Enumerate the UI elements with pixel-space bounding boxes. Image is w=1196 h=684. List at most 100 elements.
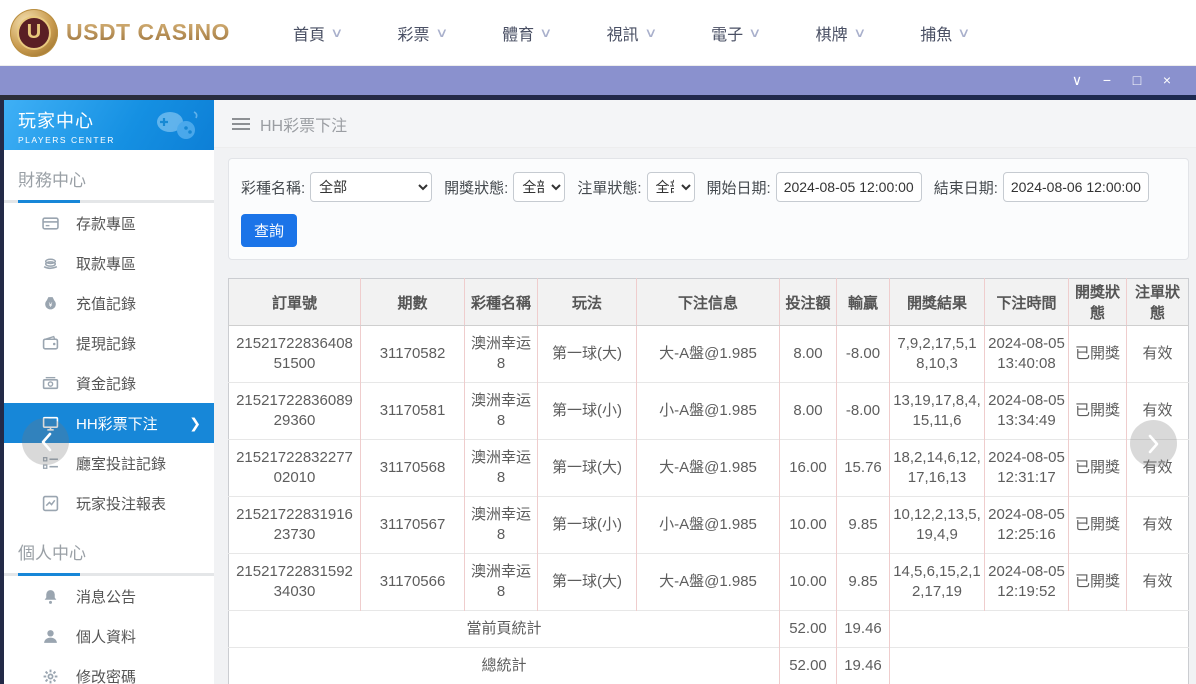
menu-toggle-icon[interactable]: [232, 115, 250, 133]
summary-bet-amount: 52.00: [780, 611, 837, 648]
maximize-window-icon[interactable]: □: [1122, 66, 1152, 95]
end-date-label: 結束日期:: [934, 177, 998, 198]
brand-logo-icon: U: [10, 9, 58, 57]
sidebar-item-label: 提現記錄: [76, 333, 136, 354]
cell-lottery_name: 澳洲幸运8: [465, 497, 538, 554]
cell-bet_info: 小-A盤@1.985: [637, 383, 780, 440]
close-window-icon[interactable]: ×: [1152, 66, 1182, 95]
sidebar-item-label: 修改密碼: [76, 666, 136, 684]
col-header-draw_result: 開獎結果: [890, 279, 985, 326]
chevron-down-icon: ∨: [644, 25, 657, 41]
sidebar-item-label: 存款專區: [76, 213, 136, 234]
section-underline: [4, 573, 214, 576]
nav-item-sports[interactable]: 體育∨: [474, 21, 579, 45]
sidebar-item-label: 個人資料: [76, 626, 136, 647]
table-row[interactable]: 215217228315923403031170566澳洲幸运8第一球(大)大-…: [229, 554, 1189, 611]
gamepad-icon: [150, 108, 204, 142]
nav-item-home[interactable]: 首頁∨: [265, 21, 370, 45]
cell-order_status: 有效: [1127, 554, 1189, 611]
brand-logo[interactable]: U USDT CASINO: [10, 9, 235, 57]
sidebar-item-withdrawal-record[interactable]: 提現記錄: [4, 323, 214, 363]
minimize-window-icon[interactable]: −: [1092, 66, 1122, 95]
cell-bet_time: 2024-08-05 12:19:52: [985, 554, 1069, 611]
col-header-period: 期數: [361, 279, 465, 326]
cell-lottery_name: 澳洲幸运8: [465, 440, 538, 497]
cell-win_loss: 15.76: [837, 440, 890, 497]
cell-bet_info: 大-A盤@1.985: [637, 326, 780, 383]
summary-label: 總統計: [229, 648, 780, 684]
cell-draw_status: 已開獎: [1069, 383, 1127, 440]
chevron-right-icon: ❯: [189, 415, 201, 432]
cell-period: 31170582: [361, 326, 465, 383]
cell-bet_info: 大-A盤@1.985: [637, 440, 780, 497]
recharge-record-icon: ¥: [42, 295, 59, 312]
gear-icon: [42, 668, 59, 684]
nav-item-electronic[interactable]: 電子∨: [683, 21, 788, 45]
draw-status-select[interactable]: 全部: [513, 172, 565, 202]
cell-win_loss: 9.85: [837, 497, 890, 554]
sidebar-header: 玩家中心 PLAYERS CENTER: [4, 100, 214, 150]
withdrawal-record-icon: [42, 335, 59, 352]
cell-bet_amount: 16.00: [780, 440, 837, 497]
cell-bet_time: 2024-08-05 13:40:08: [985, 326, 1069, 383]
sidebar-item-fund-record[interactable]: 資金記錄: [4, 363, 214, 403]
sidebar-item-player-bet-report[interactable]: 玩家投注報表: [4, 483, 214, 523]
nav-item-label: 彩票: [398, 21, 430, 45]
search-button[interactable]: 查詢: [241, 214, 297, 247]
sidebar-item-withdraw[interactable]: 取款專區: [4, 243, 214, 283]
summary-label: 當前頁統計: [229, 611, 780, 648]
section-underline: [4, 200, 214, 203]
cell-bet_time: 2024-08-05 13:34:49: [985, 383, 1069, 440]
deposit-icon: [42, 215, 59, 232]
cell-play_method: 第一球(大): [538, 554, 637, 611]
page-title: HH彩票下注: [260, 112, 347, 136]
col-header-play_method: 玩法: [538, 279, 637, 326]
withdraw-icon: [42, 255, 59, 272]
cell-draw_status: 已開獎: [1069, 497, 1127, 554]
table-row[interactable]: 215217228364085150031170582澳洲幸运8第一球(大)大-…: [229, 326, 1189, 383]
cell-order_status: 有效: [1127, 497, 1189, 554]
svg-text:¥: ¥: [49, 302, 53, 309]
nav-item-lottery[interactable]: 彩票 ∨: [370, 21, 475, 45]
table-row[interactable]: 215217228322770201031170568澳洲幸运8第一球(大)大-…: [229, 440, 1189, 497]
cell-play_method: 第一球(小): [538, 497, 637, 554]
sidebar-item-deposit[interactable]: 存款專區: [4, 203, 214, 243]
sidebar-item-change-password[interactable]: 修改密碼: [4, 656, 214, 684]
cell-draw_status: 已開獎: [1069, 326, 1127, 383]
nav-item-label: 電子: [711, 21, 743, 45]
scroll-right-button[interactable]: [1130, 420, 1177, 467]
summary-row: 總統計52.0019.46: [229, 648, 1189, 684]
sidebar-item-label: 玩家投注報表: [76, 493, 166, 514]
sidebar-item-announcements[interactable]: 消息公告: [4, 576, 214, 616]
chevron-down-icon: ∨: [330, 25, 343, 41]
cell-bet_info: 大-A盤@1.985: [637, 554, 780, 611]
sidebar-section-title: 財務中心: [4, 150, 214, 191]
sidebar-item-profile[interactable]: 個人資料: [4, 616, 214, 656]
cell-order_no: 2152172283608929360: [229, 383, 361, 440]
chevron-down-icon: ∨: [435, 25, 448, 41]
table-row[interactable]: 215217228319162373031170567澳洲幸运8第一球(小)小-…: [229, 497, 1189, 554]
summary-empty: [890, 648, 1189, 684]
nav-item-video[interactable]: 視訊∨: [579, 21, 684, 45]
cell-order_no: 2152172283227702010: [229, 440, 361, 497]
start-date-input[interactable]: [776, 172, 922, 202]
bets-table-panel: 訂單號期數彩種名稱玩法下注信息投注額輸贏開獎結果下注時間開獎狀態注單狀態2152…: [228, 278, 1189, 684]
scroll-left-button[interactable]: [22, 418, 69, 465]
filter-panel: 彩種名稱: 全部 開獎狀態: 全部 注單狀態: 全部 開始日期: 結束日期: 查…: [228, 158, 1189, 260]
summary-empty: [890, 611, 1189, 648]
end-date-input[interactable]: [1003, 172, 1149, 202]
col-header-bet_time: 下注時間: [985, 279, 1069, 326]
collapse-window-icon[interactable]: ∨: [1062, 66, 1092, 95]
col-header-win_loss: 輸贏: [837, 279, 890, 326]
cell-bet_amount: 10.00: [780, 554, 837, 611]
col-header-lottery_name: 彩種名稱: [465, 279, 538, 326]
nav-item-chess[interactable]: 棋牌∨: [788, 21, 893, 45]
draw-status-label: 開獎狀態:: [444, 177, 508, 198]
cell-bet_time: 2024-08-05 12:25:16: [985, 497, 1069, 554]
order-status-select[interactable]: 全部: [647, 172, 695, 202]
lottery-name-select[interactable]: 全部: [310, 172, 432, 202]
cell-play_method: 第一球(大): [538, 326, 637, 383]
table-row[interactable]: 215217228360892936031170581澳洲幸运8第一球(小)小-…: [229, 383, 1189, 440]
sidebar-item-recharge-record[interactable]: ¥充值記錄: [4, 283, 214, 323]
nav-item-fishing[interactable]: 捕魚∨: [892, 21, 997, 45]
